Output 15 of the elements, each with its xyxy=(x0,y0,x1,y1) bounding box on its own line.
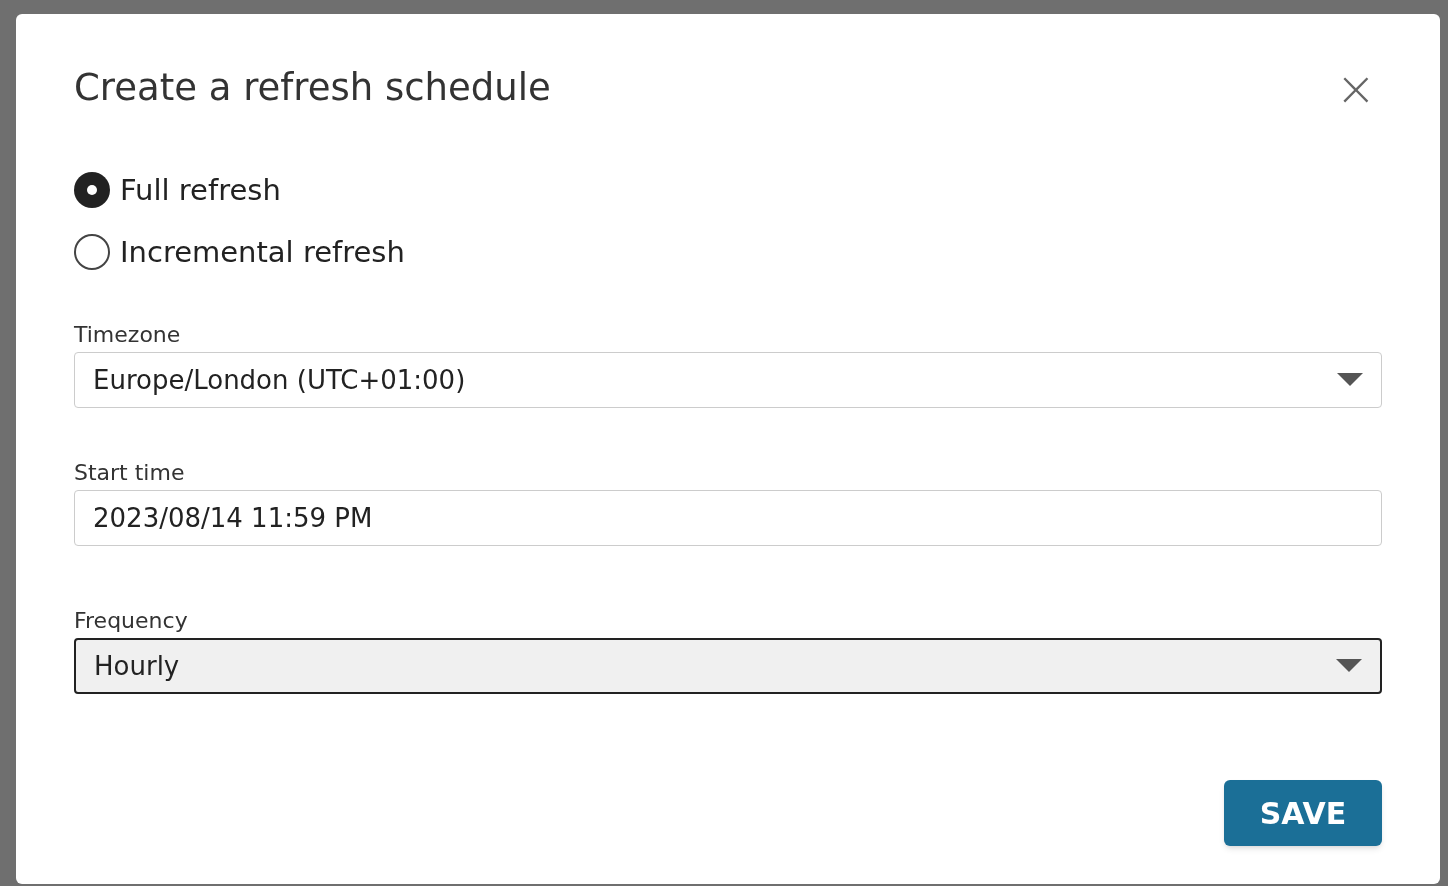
field-label: Start time xyxy=(74,460,186,486)
field-label: Frequency xyxy=(74,608,189,634)
input-field[interactable]: 2023/08/14 11:59 PM xyxy=(74,490,1382,546)
radio-label: Full refresh xyxy=(120,172,281,209)
radio-button[interactable] xyxy=(74,172,110,208)
dropdown-field[interactable]: Hourly xyxy=(74,638,1382,694)
radio-button[interactable] xyxy=(74,234,110,270)
save-button[interactable]: SAVE xyxy=(1224,780,1382,846)
dialog-title: Create a refresh schedule xyxy=(74,65,551,111)
close-button[interactable]: × xyxy=(1335,64,1376,112)
dropdown-field[interactable]: Europe/London (UTC+01:00) xyxy=(74,352,1382,408)
field-label: Timezone xyxy=(74,322,182,348)
radio-label: Incremental refresh xyxy=(120,234,405,271)
caret-icon xyxy=(1337,373,1363,387)
caret-icon xyxy=(1336,659,1362,673)
